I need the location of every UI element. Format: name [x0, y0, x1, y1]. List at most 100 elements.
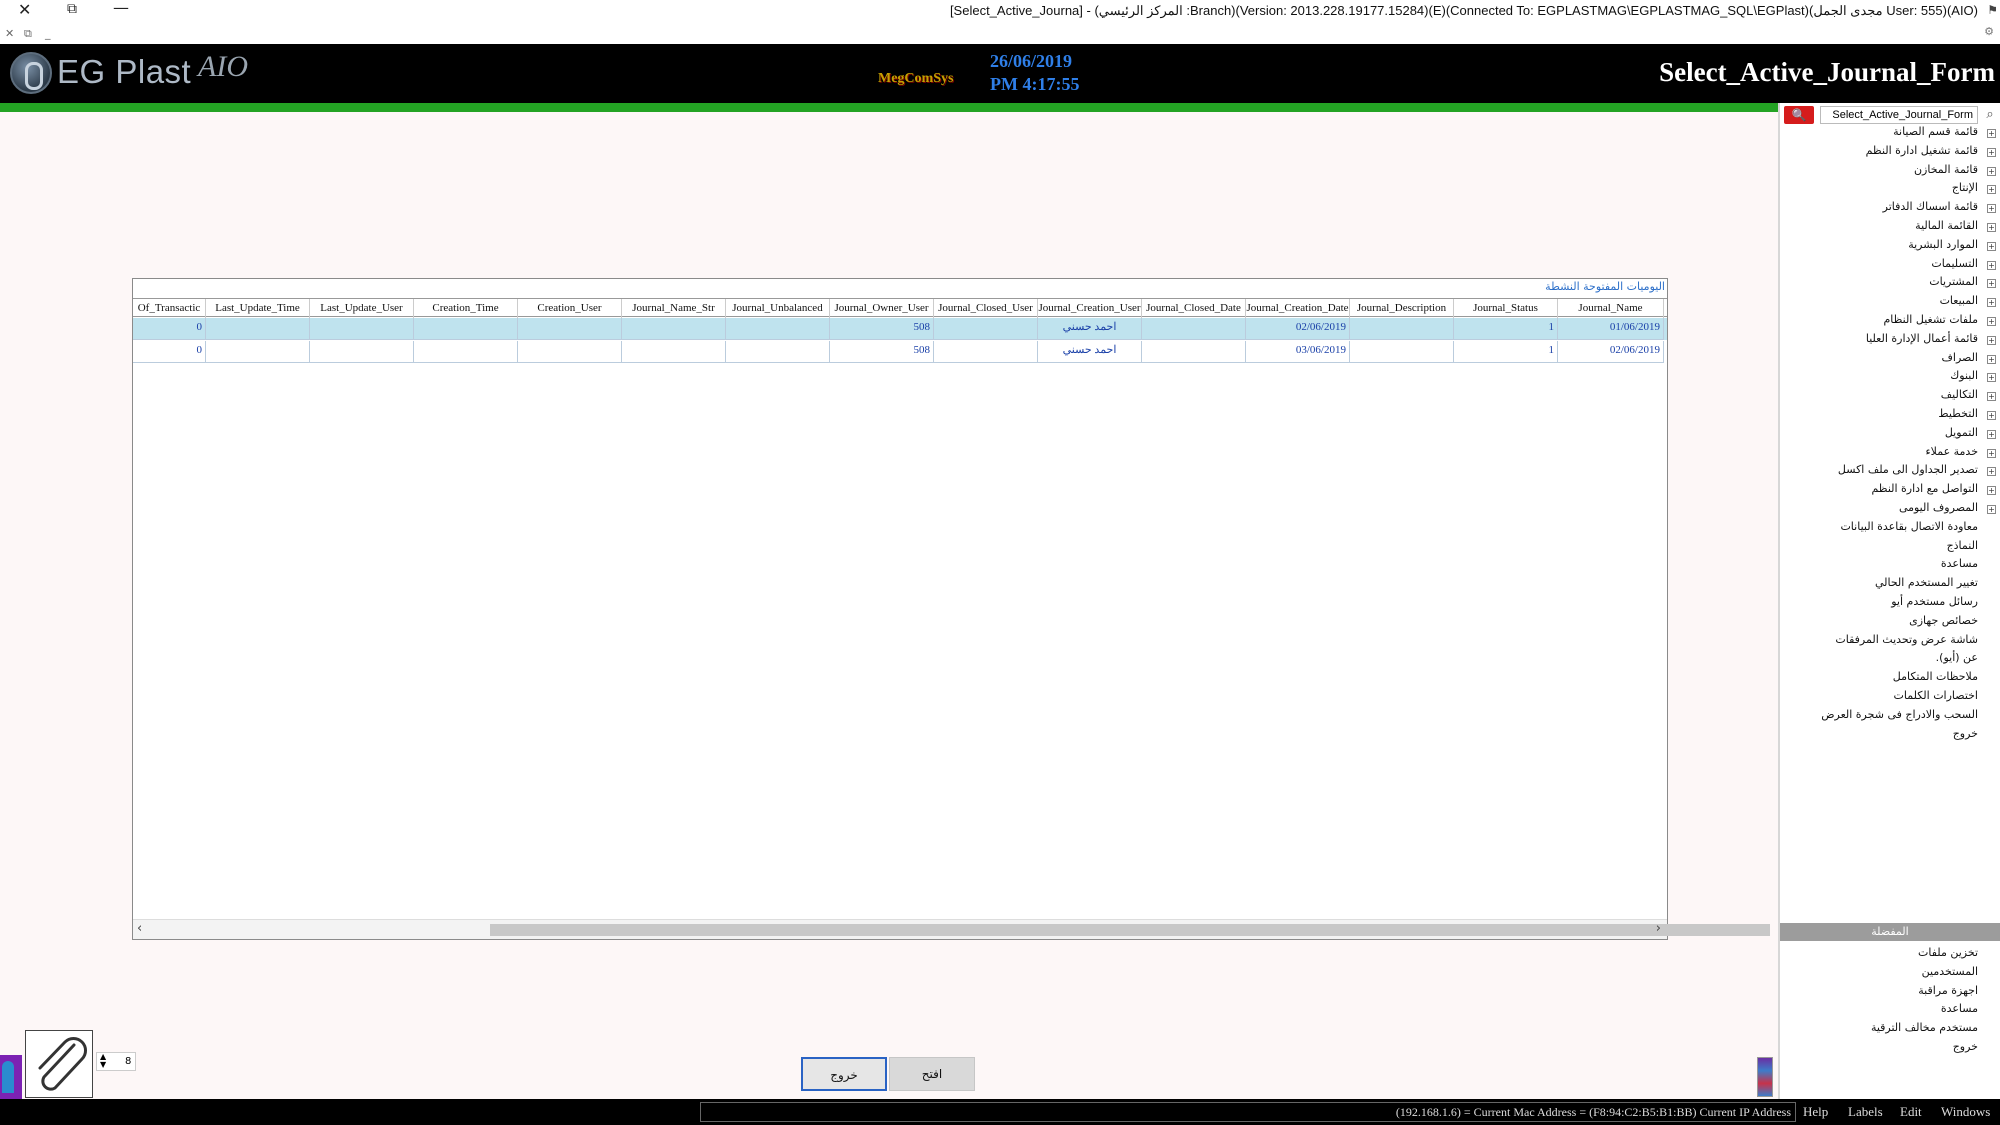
tree-item[interactable]: النماذج: [1947, 539, 1978, 552]
tree-item[interactable]: ملفات تشغيل النظام: [1883, 313, 1978, 326]
table-cell[interactable]: 508: [830, 318, 934, 340]
tree-item[interactable]: مساعدة: [1941, 557, 1978, 570]
expand-icon[interactable]: +: [1987, 204, 1996, 214]
stepper-arrows-icon[interactable]: ▲ ▼: [100, 1053, 106, 1069]
column-header[interactable]: Journal_Creation_User: [1038, 299, 1142, 318]
column-header[interactable]: Journal_Name_Str: [622, 299, 726, 318]
mdi-close-icon[interactable]: ✕: [5, 27, 14, 40]
tree-item[interactable]: تصدير الجداول الى ملف اكسل: [1838, 463, 1978, 476]
table-cell[interactable]: [1142, 341, 1246, 363]
panel-toggle[interactable]: [1757, 1057, 1773, 1097]
expand-icon[interactable]: +: [1987, 335, 1996, 345]
table-cell[interactable]: 02/06/2019: [1558, 341, 1664, 363]
tree-item[interactable]: المصروف اليومى: [1899, 501, 1978, 514]
expand-icon[interactable]: +: [1987, 373, 1996, 383]
tree-item[interactable]: خدمة عملاء: [1925, 445, 1978, 458]
tree-item[interactable]: التسليمات: [1931, 257, 1978, 270]
favorite-item[interactable]: خروج: [1953, 1040, 1978, 1053]
menu-help[interactable]: Help: [1803, 1104, 1828, 1120]
table-cell[interactable]: [726, 318, 830, 340]
horizontal-scrollbar[interactable]: ‹ ›: [133, 919, 1770, 939]
table-cell[interactable]: [414, 318, 518, 340]
column-header[interactable]: Journal_Description: [1350, 299, 1454, 318]
search-button[interactable]: 🔍: [1784, 106, 1814, 124]
tree-item[interactable]: عن (أيو).: [1936, 651, 1978, 664]
expand-icon[interactable]: +: [1987, 392, 1996, 402]
tree-item[interactable]: الإنتاج: [1952, 181, 1978, 194]
table-cell[interactable]: 508: [830, 341, 934, 363]
table-cell[interactable]: 02/06/2019: [1246, 318, 1350, 340]
menu-labels[interactable]: Labels: [1848, 1104, 1883, 1120]
expand-icon[interactable]: +: [1987, 241, 1996, 251]
tree-item[interactable]: المشتريات: [1929, 275, 1978, 288]
settings-icon[interactable]: ⚙: [1984, 25, 1994, 38]
column-header[interactable]: Journal_Name: [1558, 299, 1664, 318]
table-cell[interactable]: 03/06/2019: [1246, 341, 1350, 363]
expand-icon[interactable]: +: [1987, 185, 1996, 195]
open-button[interactable]: افتح: [889, 1057, 975, 1091]
tree-item[interactable]: خروج: [1953, 727, 1978, 740]
table-cell[interactable]: [206, 341, 310, 363]
column-header[interactable]: Journal_Unbalanced: [726, 299, 830, 318]
menu-windows[interactable]: Windows: [1941, 1104, 1990, 1120]
minimize-icon[interactable]: —: [113, 0, 129, 17]
column-header[interactable]: Journal_Status: [1454, 299, 1558, 318]
expand-icon[interactable]: +: [1987, 411, 1996, 420]
tree-item[interactable]: البنوك: [1950, 369, 1978, 382]
expand-icon[interactable]: +: [1987, 505, 1996, 514]
table-cell[interactable]: احمد حسني: [1038, 341, 1142, 363]
mdi-restore-icon[interactable]: ⧉: [24, 27, 32, 41]
favorite-item[interactable]: مستخدم مخالف الترقية: [1871, 1021, 1978, 1034]
favorite-item[interactable]: اجهزة مراقبة: [1918, 984, 1978, 997]
tree-item[interactable]: اختصارات الكلمات: [1894, 689, 1978, 702]
scroll-right-icon[interactable]: ›: [1656, 921, 1661, 936]
search-icon[interactable]: ⌕: [1981, 106, 1999, 124]
expand-icon[interactable]: +: [1987, 486, 1996, 496]
table-cell[interactable]: 1: [1454, 341, 1558, 363]
tree-item[interactable]: معاودة الاتصال بقاعدة البيانات: [1840, 520, 1978, 533]
attachment-count-stepper[interactable]: ▲ ▼ 8: [96, 1052, 136, 1071]
expand-icon[interactable]: +: [1987, 147, 1996, 157]
table-cell[interactable]: [622, 318, 726, 340]
tree-item[interactable]: ملاحظات المتكامل: [1893, 670, 1978, 683]
tree-item[interactable]: التواصل مع ادارة النظم: [1871, 482, 1978, 495]
column-header[interactable]: Journal_Closed_Date: [1142, 299, 1246, 318]
favorite-item[interactable]: المستخدمين: [1922, 965, 1978, 978]
table-cell[interactable]: [206, 318, 310, 340]
expand-icon[interactable]: +: [1987, 166, 1996, 176]
favorite-item[interactable]: مساعدة: [1941, 1002, 1978, 1015]
table-cell[interactable]: 1: [1454, 318, 1558, 340]
table-cell[interactable]: [622, 341, 726, 363]
expand-icon[interactable]: +: [1987, 467, 1996, 477]
expand-icon[interactable]: +: [1987, 354, 1996, 364]
favorite-item[interactable]: تخزين ملفات: [1918, 946, 1978, 959]
tree-item[interactable]: قائمة المخازن: [1914, 163, 1978, 176]
expand-icon[interactable]: +: [1987, 260, 1996, 270]
expand-icon[interactable]: +: [1987, 317, 1996, 326]
table-cell[interactable]: [1142, 318, 1246, 340]
table-cell[interactable]: [726, 341, 830, 363]
mdi-minimize-icon[interactable]: _: [45, 27, 51, 40]
tree-item[interactable]: شاشة عرض وتحديث المرفقات: [1835, 633, 1978, 646]
tree-item[interactable]: التكاليف: [1941, 388, 1978, 401]
tree-item[interactable]: قائمة اسساك الدفاتر: [1883, 200, 1978, 213]
column-header[interactable]: Last_Update_Time: [206, 299, 310, 318]
tree-item[interactable]: قائمة أعمال الإدارة العليا: [1866, 332, 1978, 345]
tree-item[interactable]: خصائص جهازى: [1909, 614, 1978, 627]
table-row[interactable]: 0 508 احمد حسني 03/06/2019 1 02/06/2019: [133, 341, 1667, 363]
tree-item[interactable]: السحب والادراج فى شجرة العرض: [1821, 708, 1978, 721]
tree-item[interactable]: التمويل: [1945, 426, 1978, 439]
tree-item[interactable]: القائمة المالية: [1915, 219, 1978, 232]
expand-icon[interactable]: +: [1987, 448, 1996, 458]
table-cell[interactable]: [934, 341, 1038, 363]
tree-item[interactable]: المبيعات: [1940, 294, 1978, 307]
column-header[interactable]: Of_Transactic: [133, 299, 206, 318]
tree-item[interactable]: رسائل مستخدم أيو: [1891, 595, 1978, 608]
table-cell[interactable]: [934, 318, 1038, 340]
table-cell[interactable]: 0: [133, 318, 206, 340]
expand-icon[interactable]: +: [1987, 429, 1996, 439]
table-cell[interactable]: [310, 318, 414, 340]
tree-item[interactable]: الموارد البشرية: [1908, 238, 1978, 251]
column-header[interactable]: Last_Update_User: [310, 299, 414, 318]
table-cell[interactable]: [310, 341, 414, 363]
